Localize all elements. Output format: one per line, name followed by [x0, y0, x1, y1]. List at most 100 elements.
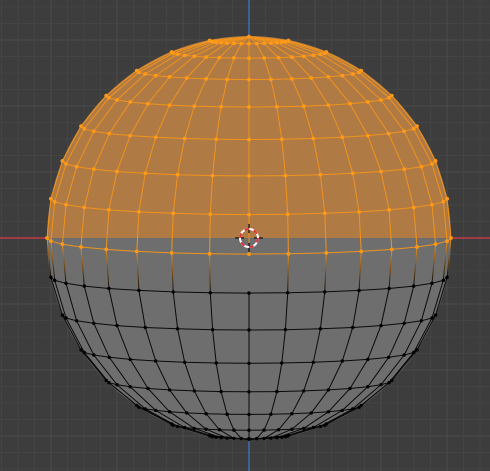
vertex[interactable]: [219, 389, 223, 394]
vertex[interactable]: [359, 403, 363, 408]
selected-vertex[interactable]: [167, 103, 172, 107]
selected-vertex[interactable]: [184, 76, 189, 80]
vertex[interactable]: [387, 380, 391, 385]
vertex[interactable]: [167, 410, 172, 414]
selected-vertex[interactable]: [171, 51, 176, 56]
selected-vertex[interactable]: [350, 72, 355, 76]
selected-vertex[interactable]: [79, 124, 83, 128]
selected-vertex[interactable]: [247, 77, 251, 82]
selected-vertex[interactable]: [389, 247, 394, 252]
selected-vertex[interactable]: [45, 236, 49, 240]
selected-vertex[interactable]: [115, 98, 119, 102]
vertex[interactable]: [82, 284, 87, 288]
selected-vertex[interactable]: [247, 174, 251, 178]
vertex[interactable]: [64, 281, 68, 285]
selected-vertex[interactable]: [214, 40, 219, 45]
meridian-edge[interactable]: [287, 214, 289, 254]
vertex[interactable]: [247, 328, 251, 332]
vertex[interactable]: [290, 427, 294, 431]
selected-vertex[interactable]: [340, 135, 345, 140]
selected-vertex[interactable]: [247, 137, 251, 142]
vertex[interactable]: [348, 386, 352, 391]
vertex[interactable]: [146, 386, 150, 391]
vertex[interactable]: [185, 411, 189, 415]
vertex[interactable]: [430, 316, 434, 320]
vertex[interactable]: [445, 275, 449, 279]
selected-vertex[interactable]: [128, 100, 133, 104]
selected-vertex[interactable]: [430, 202, 434, 207]
selected-vertex[interactable]: [359, 68, 364, 73]
vertex[interactable]: [415, 348, 419, 352]
selected-vertex[interactable]: [262, 41, 266, 46]
selected-vertex[interactable]: [411, 126, 416, 131]
selected-vertex[interactable]: [175, 172, 180, 177]
vertex[interactable]: [275, 389, 279, 394]
selected-vertex[interactable]: [225, 77, 230, 82]
selected-vertex[interactable]: [79, 245, 83, 249]
selected-vertex[interactable]: [275, 40, 279, 45]
selected-vertex[interactable]: [171, 211, 176, 216]
vertex[interactable]: [247, 412, 251, 417]
selected-vertex[interactable]: [247, 212, 251, 217]
selected-vertex[interactable]: [153, 73, 158, 78]
vertex[interactable]: [283, 328, 288, 332]
selected-vertex[interactable]: [204, 55, 209, 59]
vertex[interactable]: [379, 323, 383, 328]
vertex[interactable]: [143, 325, 147, 330]
vertex[interactable]: [340, 359, 344, 363]
selected-vertex[interactable]: [386, 131, 391, 136]
selected-vertex[interactable]: [107, 95, 111, 100]
vertex[interactable]: [214, 435, 218, 439]
vertex[interactable]: [311, 425, 315, 430]
selected-vertex[interactable]: [64, 202, 68, 207]
vertex[interactable]: [269, 412, 273, 416]
selected-vertex[interactable]: [134, 249, 139, 254]
selected-vertex[interactable]: [433, 159, 438, 163]
vertex[interactable]: [402, 353, 406, 357]
vertex[interactable]: [366, 385, 370, 389]
selected-vertex[interactable]: [387, 208, 391, 212]
vertex[interactable]: [225, 412, 229, 416]
vertex[interactable]: [302, 426, 306, 431]
vertex[interactable]: [290, 412, 294, 416]
vertex[interactable]: [262, 436, 266, 441]
vertex[interactable]: [82, 350, 87, 355]
vertex[interactable]: [326, 388, 331, 392]
selected-vertex[interactable]: [290, 77, 294, 81]
selected-vertex[interactable]: [210, 39, 215, 44]
selected-vertex[interactable]: [167, 75, 172, 79]
vertex[interactable]: [318, 327, 323, 331]
vertex[interactable]: [154, 359, 158, 363]
vertex[interactable]: [276, 428, 281, 432]
selected-vertex[interactable]: [91, 129, 96, 134]
uv-sphere-mesh[interactable]: [45, 34, 453, 442]
selected-vertex[interactable]: [433, 242, 438, 247]
vertex[interactable]: [107, 286, 111, 291]
vertex[interactable]: [175, 327, 180, 331]
selected-vertex[interactable]: [365, 133, 370, 138]
vertex[interactable]: [210, 435, 215, 439]
vertex[interactable]: [351, 325, 355, 330]
selected-vertex[interactable]: [311, 136, 316, 141]
vertex[interactable]: [49, 275, 53, 279]
selected-vertex[interactable]: [445, 239, 449, 244]
selected-vertex[interactable]: [207, 251, 212, 256]
vertex[interactable]: [430, 281, 434, 285]
selected-vertex[interactable]: [232, 41, 236, 46]
selected-vertex[interactable]: [137, 70, 141, 75]
selected-vertex[interactable]: [225, 41, 230, 45]
vertex[interactable]: [53, 278, 57, 283]
selected-vertex[interactable]: [247, 41, 251, 46]
vertex[interactable]: [225, 436, 229, 440]
vertex[interactable]: [137, 405, 141, 409]
vertex[interactable]: [412, 284, 416, 288]
selected-vertex[interactable]: [82, 205, 87, 210]
vertex[interactable]: [128, 385, 132, 389]
3d-viewport[interactable]: [0, 0, 490, 471]
selected-vertex[interactable]: [286, 38, 291, 43]
selected-vertex[interactable]: [286, 251, 291, 256]
selected-vertex[interactable]: [210, 173, 215, 178]
selected-vertex[interactable]: [192, 104, 197, 109]
selected-vertex[interactable]: [445, 196, 449, 201]
selected-vertex[interactable]: [379, 169, 383, 174]
